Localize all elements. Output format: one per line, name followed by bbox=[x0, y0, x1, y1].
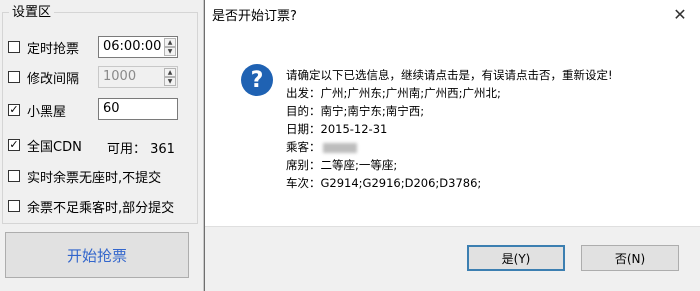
blacklist-row: ✓ 小黑屋 bbox=[8, 100, 66, 120]
modify-interval-row: 修改间隔 bbox=[8, 67, 79, 87]
timed-grab-time-value: 06:00:00 bbox=[103, 39, 162, 54]
message-trains: 车次：G2914;G2916;D206;D3786; bbox=[286, 176, 482, 190]
dialog-footer: 是(Y) 否(N) bbox=[205, 226, 700, 291]
timed-grab-label: 定时抢票 bbox=[27, 41, 80, 57]
spin-up-icon[interactable]: ▲ bbox=[164, 68, 176, 77]
yes-button[interactable]: 是(Y) bbox=[467, 245, 565, 271]
blacklist-checkbox[interactable]: ✓ bbox=[8, 104, 20, 116]
timed-grab-checkbox[interactable] bbox=[8, 41, 20, 53]
modify-interval-input[interactable]: 1000 ▲ ▼ bbox=[98, 66, 178, 88]
message-passenger: 乘客： bbox=[286, 138, 613, 156]
message-date: 日期：2015-12-31 bbox=[286, 122, 388, 136]
close-icon[interactable]: ✕ bbox=[666, 2, 694, 26]
partial-submit-label: 余票不足乘客时,部分提交 bbox=[27, 200, 175, 216]
realtime-no-seat-row: 实时余票无座时,不提交 bbox=[8, 166, 161, 186]
blacklist-label: 小黑屋 bbox=[27, 104, 67, 120]
realtime-no-seat-label: 实时余票无座时,不提交 bbox=[27, 170, 162, 186]
settings-panel: 设置区 定时抢票 06:00:00 ▲ ▼ 修改间隔 1000 ▲ ▼ ✓ 小黑… bbox=[0, 0, 203, 291]
cdn-available-count: 可用： 361 bbox=[107, 142, 175, 157]
dialog-message: 请确定以下已选信息，继续请点击是，有误请点击否，重新设定! 出发：广州;广州东;… bbox=[286, 66, 613, 192]
blacklist-input[interactable]: 60 bbox=[98, 98, 178, 120]
dialog-titlebar[interactable]: 是否开始订票? ✕ bbox=[205, 0, 700, 28]
message-prompt: 请确定以下已选信息，继续请点击是，有误请点击否，重新设定! bbox=[286, 68, 613, 82]
all-cdn-row: ✓ 全国CDN bbox=[8, 135, 82, 155]
realtime-no-seat-checkbox[interactable] bbox=[8, 170, 20, 182]
timed-grab-row: 定时抢票 bbox=[8, 37, 79, 57]
spin-down-icon[interactable]: ▼ bbox=[164, 77, 176, 86]
settings-group-title: 设置区 bbox=[9, 5, 55, 21]
timed-grab-time-input[interactable]: 06:00:00 ▲ ▼ bbox=[98, 36, 178, 58]
spin-up-icon[interactable]: ▲ bbox=[164, 38, 176, 47]
partial-submit-row: 余票不足乘客时,部分提交 bbox=[8, 196, 174, 216]
no-button[interactable]: 否(N) bbox=[581, 245, 679, 271]
message-departure: 出发：广州;广州东;广州南;广州西;广州北; bbox=[286, 86, 501, 100]
start-grab-button[interactable]: 开始抢票 bbox=[5, 232, 189, 278]
passenger-name-redacted bbox=[322, 142, 357, 153]
all-cdn-checkbox[interactable]: ✓ bbox=[8, 139, 20, 151]
passenger-label: 乘客： bbox=[286, 140, 321, 154]
interval-spinner[interactable]: ▲ ▼ bbox=[164, 68, 176, 86]
modify-interval-label: 修改间隔 bbox=[27, 71, 80, 87]
spin-down-icon[interactable]: ▼ bbox=[164, 47, 176, 56]
modify-interval-checkbox[interactable] bbox=[8, 71, 20, 83]
message-seat-class: 席别：二等座;一等座; bbox=[286, 158, 398, 172]
modify-interval-value: 1000 bbox=[103, 69, 137, 84]
message-destination: 目的：南宁;南宁东;南宁西; bbox=[286, 104, 425, 118]
question-icon: ? bbox=[241, 64, 273, 96]
dialog-title: 是否开始订票? bbox=[212, 8, 297, 24]
partial-submit-checkbox[interactable] bbox=[8, 200, 20, 212]
all-cdn-label: 全国CDN bbox=[27, 139, 82, 155]
time-spinner[interactable]: ▲ ▼ bbox=[164, 38, 176, 56]
blacklist-value: 60 bbox=[103, 101, 120, 116]
confirm-dialog: 是否开始订票? ✕ ? 请确定以下已选信息，继续请点击是，有误请点击否，重新设定… bbox=[204, 0, 700, 291]
